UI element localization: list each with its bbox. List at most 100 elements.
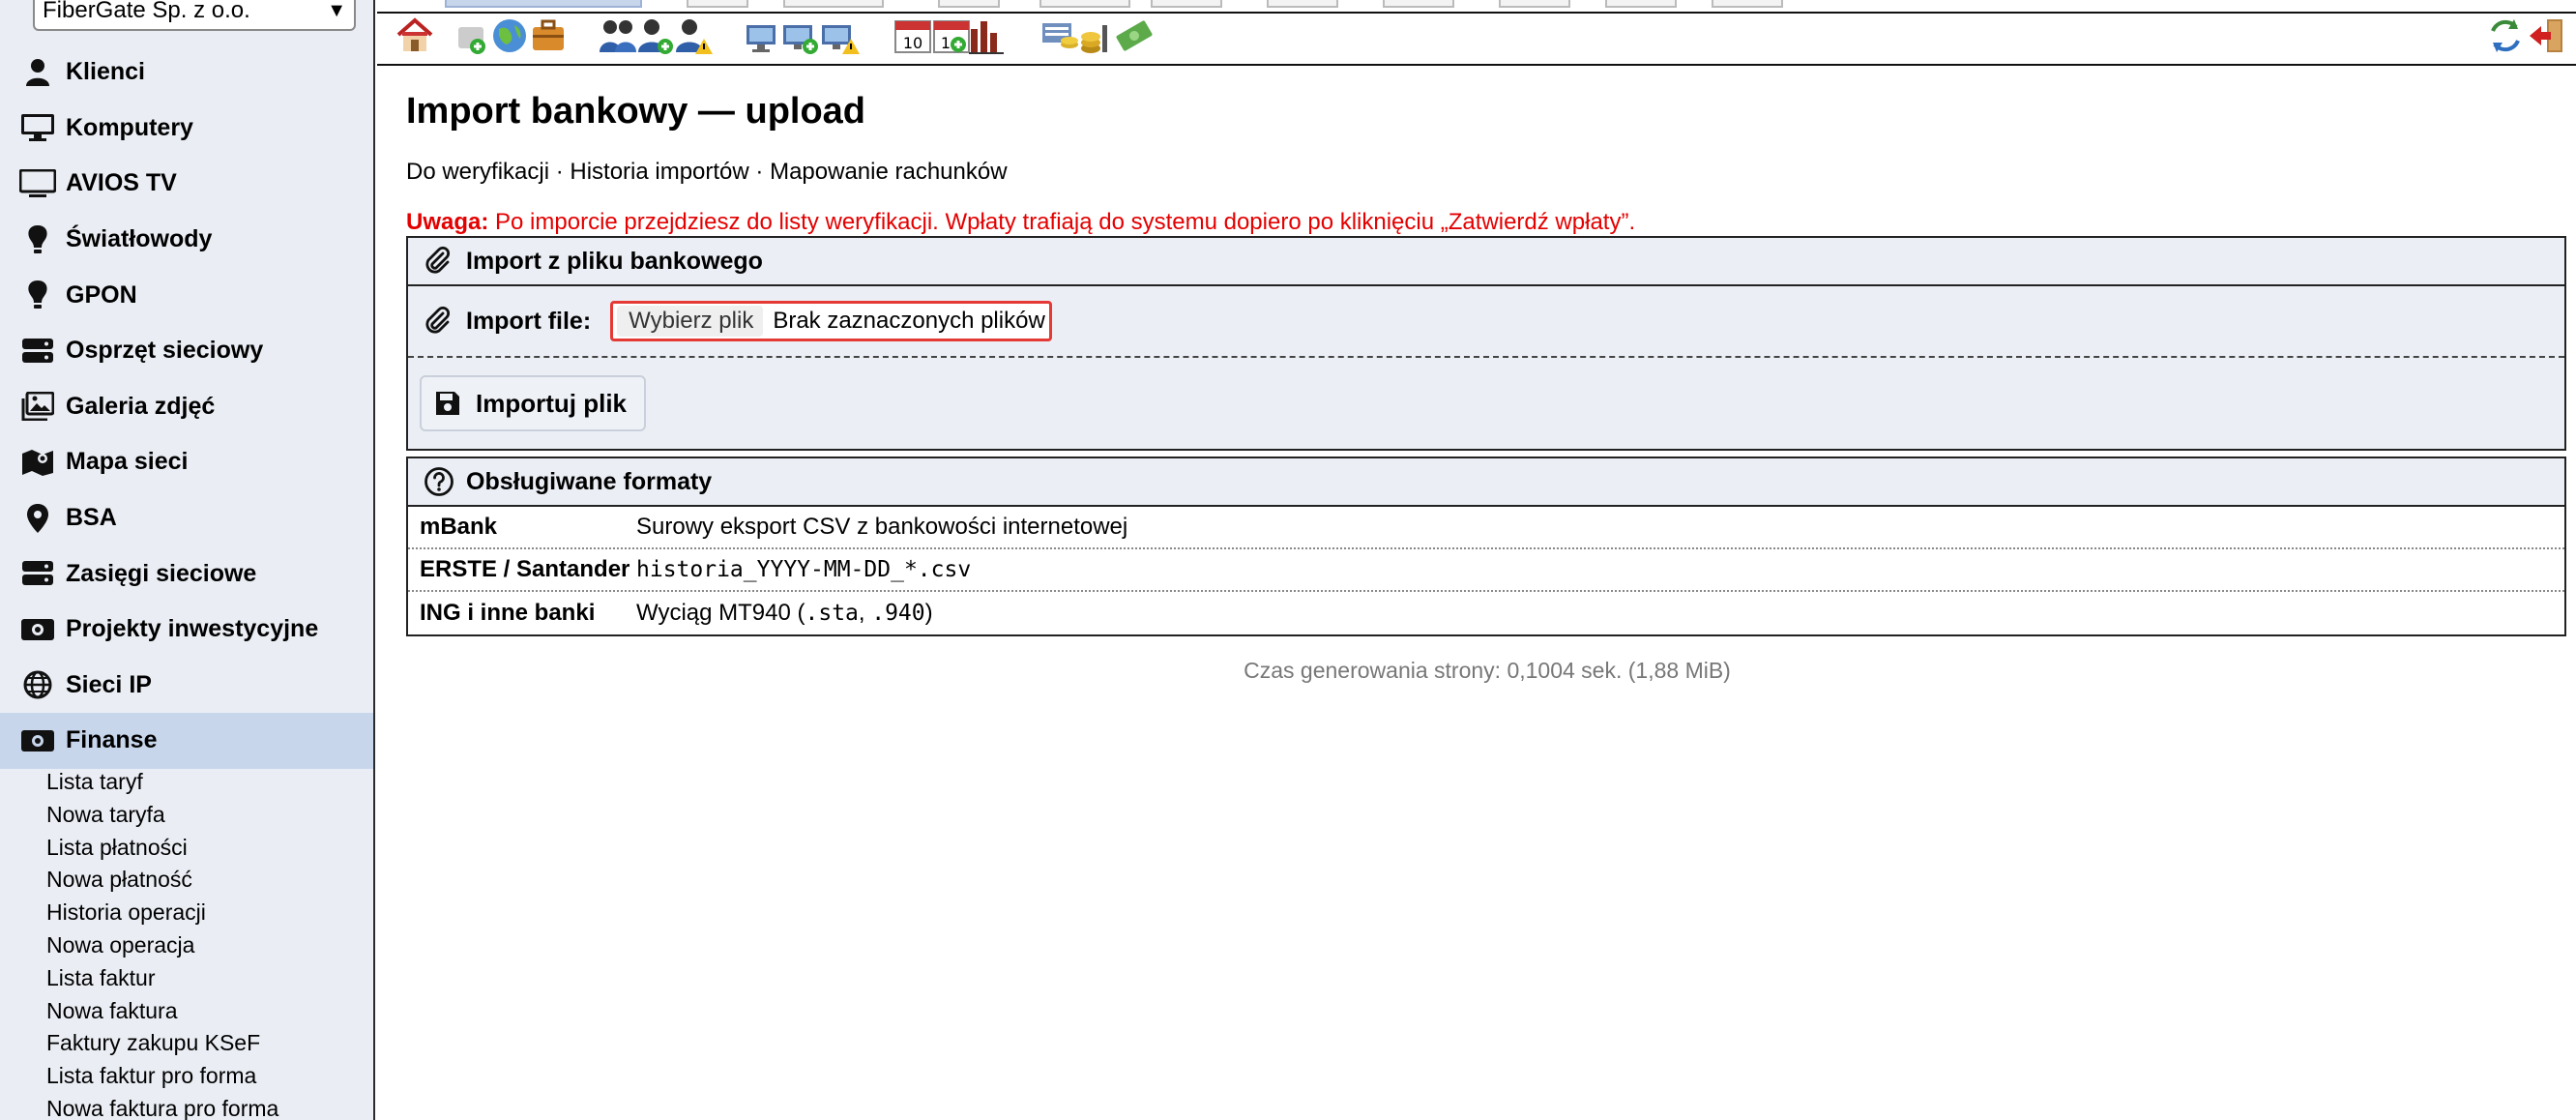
map-pin-icon (17, 502, 58, 535)
tab[interactable] (938, 0, 1000, 8)
choose-file-button[interactable]: Wybierz plik (617, 306, 764, 337)
subnav-link-do-weryfikacji[interactable]: Do weryfikacji (406, 159, 549, 185)
import-panel-title: Import z pliku bankowego (466, 247, 763, 275)
tab[interactable] (783, 0, 884, 8)
tab[interactable] (1712, 0, 1783, 8)
computer-add-icon[interactable] (781, 15, 822, 56)
warning-message: Uwaga: Po imporcie przejdziesz do listy … (406, 209, 1635, 236)
formats-panel: Obsługiwane formaty mBank Surowy eksport… (406, 457, 2566, 636)
import-file-button-label: Importuj plik (476, 388, 627, 418)
users-icon[interactable] (598, 15, 638, 56)
warning-text: Po imporcie przejdziesz do listy weryfik… (488, 209, 1636, 235)
paperclip-icon (424, 245, 456, 278)
sidebar-item-klienci[interactable]: Klienci (0, 44, 373, 101)
network-add-icon[interactable] (453, 15, 493, 56)
sidebar-item-komputery[interactable]: Komputery (0, 101, 373, 157)
submenu-item-faktury-ksef[interactable]: Faktury zakupu KSeF (0, 1027, 373, 1060)
sidebar-item-label: Galeria zdjęć (66, 392, 216, 420)
sidebar-item-gpon[interactable]: GPON (0, 267, 373, 323)
refresh-icon[interactable] (2485, 15, 2526, 56)
logout-icon[interactable] (2528, 15, 2568, 56)
coins-icon[interactable] (1077, 15, 1118, 56)
sidebar-item-galeria[interactable]: Galeria zdjęć (0, 379, 373, 435)
finance-submenu: Lista taryf Nowa taryfa Lista płatności … (0, 766, 373, 1120)
tab-active[interactable] (445, 0, 642, 8)
submenu-item-lista-platnosci[interactable]: Lista płatności (0, 832, 373, 865)
cash-icon[interactable] (1114, 15, 1155, 56)
format-bank-name: ERSTE / Santander (420, 556, 630, 582)
sidebar-item-label: Projekty inwestycyjne (66, 615, 319, 643)
submenu-item-nowa-taryfa[interactable]: Nowa taryfa (0, 799, 373, 832)
sidebar-item-swiatlowody[interactable]: Światłowody (0, 212, 373, 268)
tab[interactable] (1267, 0, 1338, 8)
formats-panel-title: Obsługiwane formaty (466, 467, 713, 495)
sidebar-item-label: Światłowody (66, 225, 213, 253)
submenu-item-lista-proforma[interactable]: Lista faktur pro forma (0, 1060, 373, 1093)
format-row: ERSTE / Santander historia_YYYY-MM-DD_*.… (408, 549, 2564, 592)
home-icon[interactable] (395, 15, 435, 56)
submenu-item-lista-faktur[interactable]: Lista faktur (0, 962, 373, 995)
tv-icon (17, 167, 58, 200)
calendar-icon[interactable]: 10 (893, 15, 933, 56)
map-icon (17, 446, 58, 479)
format-bank-name: ING i inne banki (420, 600, 596, 626)
formats-panel-header: Obsługiwane formaty (408, 458, 2564, 507)
help-circle-icon (424, 465, 456, 498)
sidebar-item-sieci-ip[interactable]: Sieci IP (0, 658, 373, 714)
save-icon (433, 387, 466, 420)
briefcase-icon[interactable] (528, 15, 569, 56)
tab[interactable] (687, 0, 748, 8)
globe-icon[interactable] (489, 15, 530, 56)
submenu-item-nowa-proforma[interactable]: Nowa faktura pro forma (0, 1093, 373, 1120)
sidebar: FiberGate Sp. z o.o. ▼ Klienci Komputery… (0, 0, 375, 1120)
submenu-item-lista-taryf[interactable]: Lista taryf (0, 766, 373, 799)
monitor-icon (17, 111, 58, 144)
sidebar-item-finanse[interactable]: Finanse (0, 713, 373, 769)
tab-strip (377, 0, 2576, 14)
user-warning-icon[interactable] (673, 15, 714, 56)
sidebar-item-bsa[interactable]: BSA (0, 490, 373, 546)
tab[interactable] (1383, 0, 1454, 8)
sidebar-item-label: Komputery (66, 113, 193, 141)
file-input[interactable]: Wybierz plik Brak zaznaczonych plików (610, 301, 1052, 341)
tab[interactable] (1039, 0, 1130, 8)
sidebar-item-avios-tv[interactable]: AVIOS TV (0, 156, 373, 212)
format-desc-suffix: ) (924, 600, 933, 626)
import-file-button[interactable]: Importuj plik (420, 375, 646, 431)
finance-icon[interactable] (1040, 15, 1081, 56)
money-icon (17, 724, 58, 757)
sidebar-item-osprzet[interactable]: Osprzęt sieciowy (0, 323, 373, 379)
user-add-icon[interactable] (634, 15, 675, 56)
page-title: Import bankowy — upload (406, 91, 866, 132)
sidebar-item-label: Klienci (66, 58, 145, 86)
bar-chart-icon[interactable] (967, 15, 1008, 56)
server-icon (17, 335, 58, 368)
svg-text:1: 1 (941, 34, 951, 52)
subnav-link-historia-importow[interactable]: Historia importów (570, 159, 748, 185)
calendar-add-icon[interactable]: 1 (931, 15, 972, 56)
tab[interactable] (1605, 0, 1677, 8)
format-ext: .940 (871, 601, 925, 626)
format-row: ING i inne banki Wyciąg MT940 (.sta, .94… (408, 592, 2564, 634)
sidebar-item-label: Sieci IP (66, 670, 152, 698)
sidebar-item-zasiegi[interactable]: Zasięgi sieciowe (0, 545, 373, 602)
computer-warning-icon[interactable] (820, 15, 861, 56)
tab[interactable] (1499, 0, 1570, 8)
globe-icon (17, 668, 58, 701)
submenu-item-historia-operacji[interactable]: Historia operacji (0, 897, 373, 929)
sidebar-item-label: Finanse (66, 726, 158, 754)
sidebar-item-label: Osprzęt sieciowy (66, 337, 264, 365)
sidebar-item-label: Zasięgi sieciowe (66, 559, 257, 587)
submenu-item-nowa-faktura[interactable]: Nowa faktura (0, 995, 373, 1028)
subnav-separator: · (549, 159, 571, 185)
file-label: Import file: (466, 307, 592, 335)
sidebar-item-projekty[interactable]: Projekty inwestycyjne (0, 602, 373, 658)
subnav-link-mapowanie-rachunkow[interactable]: Mapowanie rachunków (770, 159, 1007, 185)
submenu-item-nowa-operacja[interactable]: Nowa operacja (0, 929, 373, 962)
tab[interactable] (1151, 0, 1222, 8)
company-select-value: FiberGate Sp. z o.o. (43, 0, 250, 23)
sidebar-item-mapa[interactable]: Mapa sieci (0, 434, 373, 490)
computer-icon[interactable] (745, 15, 785, 56)
submenu-item-nowa-platnosc[interactable]: Nowa płatność (0, 864, 373, 897)
company-select[interactable]: FiberGate Sp. z o.o. ▼ (33, 0, 356, 31)
